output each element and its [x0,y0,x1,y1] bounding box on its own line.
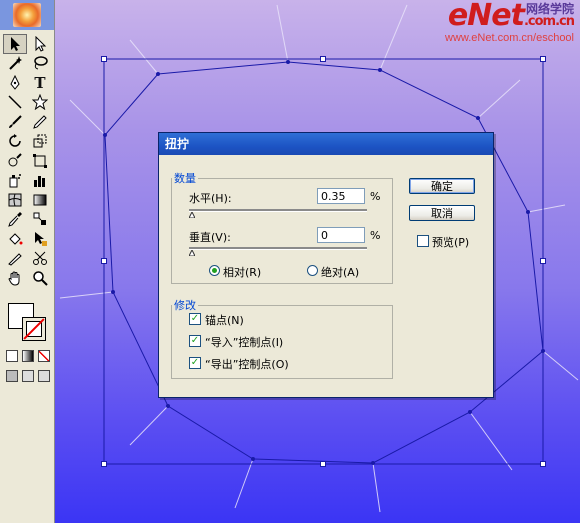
standard-screen-icon[interactable] [6,370,18,382]
stroke-swatch[interactable] [22,317,46,341]
paint-bucket-icon [9,233,23,245]
blend-tool[interactable] [28,210,52,230]
horizontal-slider-track[interactable] [189,209,367,212]
preview-label: 预览(P) [432,236,470,249]
warp-icon [8,153,22,167]
preview-checkbox[interactable] [417,235,429,247]
twist-dialog: 扭拧 数量 水平(H): 0.35 % 垂直(V): 0 % 相对(R) 绝对(… [158,132,494,398]
hand-tool[interactable] [3,268,27,288]
horizontal-slider-thumb[interactable] [189,212,195,218]
horizontal-input[interactable]: 0.35 [317,188,365,204]
direct-selection-tool[interactable] [28,34,52,54]
vertical-slider-thumb[interactable] [189,250,195,256]
symbol-sprayer-tool[interactable] [3,171,27,191]
brush-icon [9,115,22,128]
modify-group-label: 修改 [174,299,196,312]
magic-wand-icon [9,56,22,70]
flower-logo-icon [13,3,41,27]
watermark-cn: 网络学院 [525,2,574,16]
scissors-tool[interactable] [28,249,52,269]
zoom-icon [33,271,48,286]
zoom-tool[interactable] [28,268,52,288]
pencil-icon [33,115,47,129]
type-icon: T [34,73,46,92]
absolute-radio[interactable] [307,265,318,276]
vertical-slider-track[interactable] [189,247,367,250]
sprayer-icon [9,174,21,188]
vertical-input[interactable]: 0 [317,227,365,243]
relative-label: 相对(R) [223,266,262,279]
rotate-icon [9,134,21,147]
in-control-points-checkbox[interactable]: ✓ [189,335,201,347]
column-graph-tool[interactable] [28,171,52,191]
gradient-mode-icon[interactable] [22,350,34,362]
eyedropper-tool[interactable] [3,210,27,230]
slice-icon [8,253,22,266]
anchor-points-checkbox[interactable]: ✓ [189,313,201,325]
out-control-points-checkbox[interactable]: ✓ [189,357,201,369]
line-tool[interactable] [3,93,27,113]
absolute-label: 绝对(A) [321,266,360,279]
scale-tool[interactable] [28,132,52,152]
vertical-label: 垂直(V): [189,231,231,244]
toolbox-header [0,0,54,30]
mesh-icon [8,193,22,207]
dialog-title: 扭拧 [159,133,493,155]
lasso-icon [34,56,48,70]
star-tool[interactable] [28,93,52,113]
full-screen-menu-icon[interactable] [22,370,34,382]
watermark-url: www.eNet.com.cn/eschool [445,32,574,44]
full-screen-icon[interactable] [38,370,50,382]
slice-tool[interactable] [3,249,27,269]
toolbox: T [0,0,55,523]
color-mode-row [6,350,50,362]
type-tool[interactable]: T [28,73,52,93]
pen-icon [10,74,20,90]
scissors-icon [33,251,47,266]
hollow-arrow-icon [35,35,47,52]
none-icon[interactable] [38,350,50,362]
selection-tool[interactable] [3,34,27,54]
horizontal-label: 水平(H): [189,192,232,205]
line-icon [8,95,22,109]
watermark: eNet.com.cn 网络学院 www.eNet.com.cn/eschool [414,0,575,48]
pencil-tool[interactable] [28,112,52,132]
gradient-tool[interactable] [28,190,52,210]
anchor-points-label: 锚点(N) [205,314,244,327]
live-paint-selection-tool[interactable] [28,229,52,249]
arrow-icon [11,36,20,51]
scale-icon [33,134,47,148]
horizontal-percent: % [370,190,381,203]
blend-icon [33,212,46,226]
rotate-tool[interactable] [3,132,27,152]
tool-grid: T [0,30,54,292]
graph-icon [34,176,45,188]
warp-tool[interactable] [3,151,27,171]
paintbrush-tool[interactable] [3,112,27,132]
out-control-points-label: “导出”控制点(O) [205,358,289,371]
relative-radio[interactable] [209,265,220,276]
hand-icon [8,271,20,286]
amount-group-label: 数量 [174,172,196,185]
magic-wand-tool[interactable] [3,54,27,74]
fill-stroke-swatches [8,303,46,343]
color-icon[interactable] [6,350,18,362]
vertical-percent: % [370,229,381,242]
ok-button[interactable]: 确定 [409,178,475,194]
live-paint-bucket-tool[interactable] [3,229,27,249]
eyedropper-icon [8,212,22,228]
star-icon [32,94,48,111]
pen-tool[interactable] [3,73,27,93]
screen-mode-row [6,370,50,382]
lasso-tool[interactable] [28,54,52,74]
gradient-icon [33,194,47,206]
mesh-tool[interactable] [3,190,27,210]
cancel-button[interactable]: 取消 [409,205,475,221]
in-control-points-label: “导入”控制点(I) [205,336,284,349]
free-transform-tool[interactable] [28,151,52,171]
free-transform-icon [33,153,47,168]
paint-selection-icon [35,231,47,246]
